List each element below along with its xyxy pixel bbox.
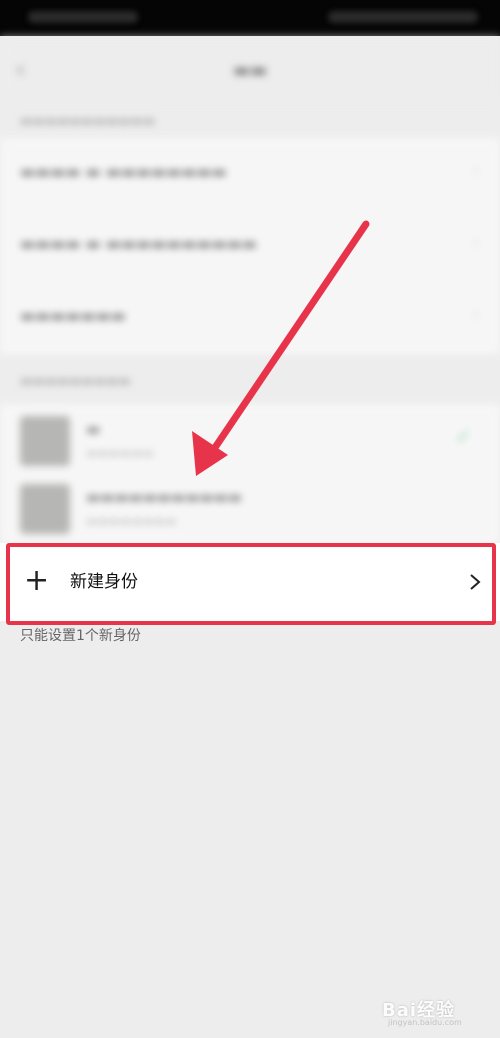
chevron-right-icon: › — [472, 232, 480, 253]
checkmark-icon: ✓ — [455, 424, 472, 448]
baidu-jingyan-watermark: Bai经验 jingyan.baidu.com — [382, 1000, 462, 1027]
page-title: ▬▬ — [232, 60, 267, 81]
section-header: ▬▬▬▬▬▬▬▬▬▬▬ — [20, 114, 156, 129]
chevron-right-icon: › — [472, 160, 480, 181]
avatar — [20, 484, 70, 534]
identity-list: ▬ ▬▬▬▬▬▬ ✓ ▬▬▬▬▬▬▬▬▬▬▬ ▬▬▬▬▬▬▬▬ — [0, 404, 500, 544]
status-bar-right-info — [328, 11, 478, 23]
new-identity-row[interactable]: + 新建身份 — [0, 543, 500, 621]
section-header: ▬▬▬▬▬▬▬▬▬ — [20, 374, 131, 389]
list-item[interactable]: ▬▬▬▬▬▬▬ › — [20, 282, 480, 352]
plus-icon: + — [24, 563, 50, 598]
new-identity-hint: 只能设置1个新身份 — [20, 628, 141, 644]
chevron-right-icon — [470, 574, 481, 590]
chevron-right-icon: › — [472, 304, 480, 325]
new-identity-label: 新建身份 — [70, 572, 138, 592]
avatar — [20, 416, 70, 466]
nav-bar: ‹ ▬▬ — [0, 36, 500, 104]
list-item[interactable]: ▬▬▬▬ ▬ ▬▬▬▬▬▬▬▬ › — [20, 138, 480, 208]
status-bar-left-info — [28, 11, 138, 23]
settings-list: ▬▬▬▬ ▬ ▬▬▬▬▬▬▬▬ › ▬▬▬▬ ▬ ▬▬▬▬▬▬▬▬▬▬ › ▬▬… — [0, 138, 500, 354]
blurred-content: ‹ ▬▬ ▬▬▬▬▬▬▬▬▬▬▬ ▬▬▬▬ ▬ ▬▬▬▬▬▬▬▬ › ▬▬▬▬ … — [0, 36, 500, 544]
list-item[interactable]: ▬▬▬▬ ▬ ▬▬▬▬▬▬▬▬▬▬ › — [20, 210, 480, 280]
status-bar — [0, 0, 500, 36]
